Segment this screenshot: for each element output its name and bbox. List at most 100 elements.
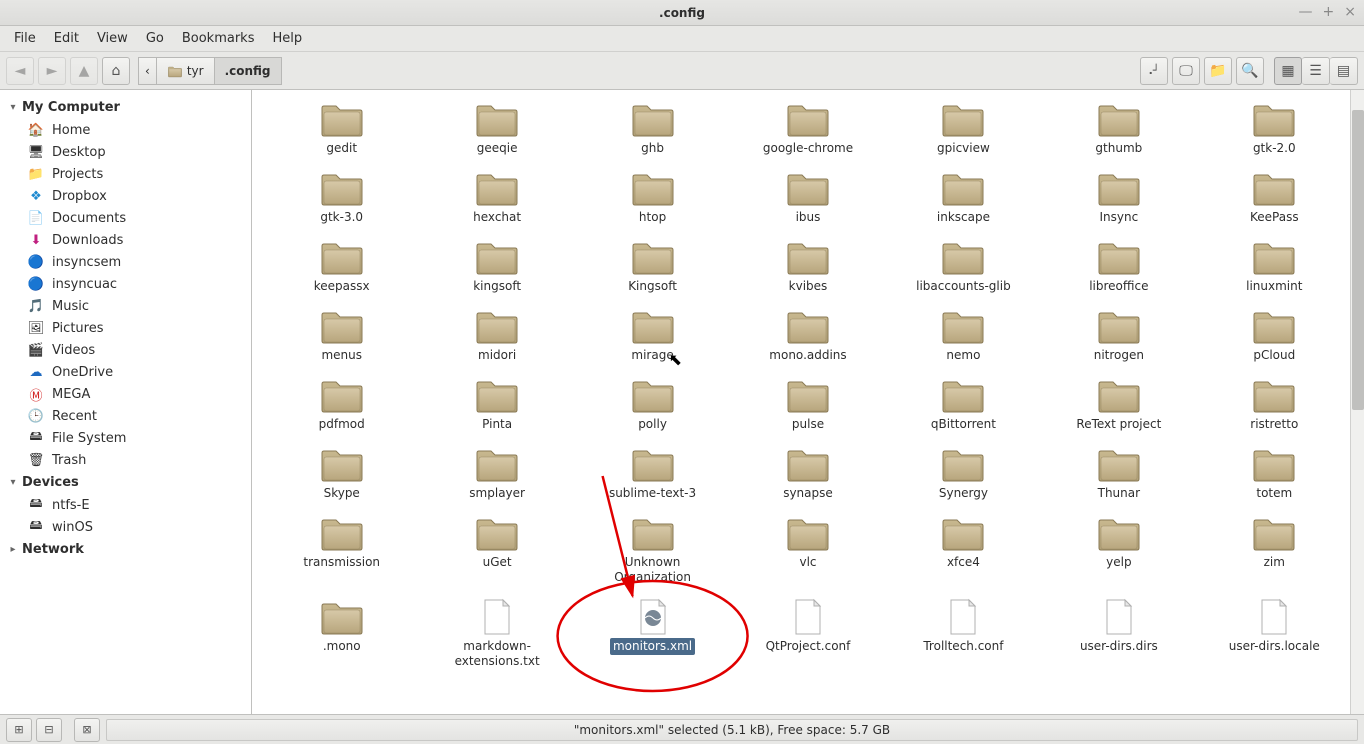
tree-sidebar-button[interactable]: ⊟ (36, 718, 62, 742)
file-item[interactable]: user-dirs.locale (1197, 592, 1352, 676)
folder-item[interactable]: google-chrome (730, 94, 885, 163)
folder-item[interactable]: Synergy (886, 439, 1041, 508)
sidebar-item-ntfs-e[interactable]: 🖴ntfs-E (0, 494, 251, 516)
folder-item[interactable]: Skype (264, 439, 419, 508)
menu-go[interactable]: Go (138, 29, 172, 48)
places-sidebar-button[interactable]: ⊞ (6, 718, 32, 742)
sidebar-item-trash[interactable]: 🗑Trash (0, 449, 251, 471)
forward-button[interactable]: ► (38, 57, 66, 85)
folder-item[interactable]: mono.addins (730, 301, 885, 370)
folder-item[interactable]: gedit (264, 94, 419, 163)
computer-button[interactable]: 🖵 (1172, 57, 1200, 85)
folder-item[interactable]: kingsoft (419, 232, 574, 301)
folder-item[interactable]: qBittorrent (886, 370, 1041, 439)
sidebar-item-insyncuac[interactable]: 🔵insyncuac (0, 273, 251, 295)
folder-item[interactable]: menus (264, 301, 419, 370)
sidebar-item-pictures[interactable]: 🖼Pictures (0, 317, 251, 339)
folder-item[interactable]: htop (575, 163, 730, 232)
folder-item[interactable]: gthumb (1041, 94, 1196, 163)
folder-item[interactable]: kvibes (730, 232, 885, 301)
sidebar-item-dropbox[interactable]: ❖Dropbox (0, 185, 251, 207)
folder-item[interactable]: ristretto (1197, 370, 1352, 439)
folder-item[interactable]: gtk-2.0 (1197, 94, 1352, 163)
sidebar-item-projects[interactable]: 📁Projects (0, 163, 251, 185)
folder-item[interactable]: pulse (730, 370, 885, 439)
folder-item[interactable]: gtk-3.0 (264, 163, 419, 232)
sidebar-item-mega[interactable]: ⓂMEGA (0, 383, 251, 405)
maximize-button[interactable]: + (1323, 4, 1335, 20)
list-view-button[interactable]: ☰ (1302, 57, 1330, 85)
folder-item[interactable]: smplayer (419, 439, 574, 508)
folder-item[interactable]: synapse (730, 439, 885, 508)
scrollbar[interactable] (1350, 90, 1364, 714)
folder-item[interactable]: linuxmint (1197, 232, 1352, 301)
home-button[interactable]: ⌂ (102, 57, 130, 85)
sidebar-item-videos[interactable]: 🎬Videos (0, 339, 251, 361)
sidebar-item-recent[interactable]: 🕒Recent (0, 405, 251, 427)
folder-item[interactable]: nemo (886, 301, 1041, 370)
folder-item[interactable]: ReText project (1041, 370, 1196, 439)
sidebar-item-home[interactable]: 🏠Home (0, 119, 251, 141)
sidebar-item-winos[interactable]: 🖴winOS (0, 516, 251, 538)
sidebar-item-insyncsem[interactable]: 🔵insyncsem (0, 251, 251, 273)
close-sidebar-button[interactable]: ⊠ (74, 718, 100, 742)
folder-item[interactable]: libreoffice (1041, 232, 1196, 301)
folder-item[interactable]: nitrogen (1041, 301, 1196, 370)
back-button[interactable]: ◄ (6, 57, 34, 85)
search-button[interactable]: 🔍 (1236, 57, 1264, 85)
folder-item[interactable]: inkscape (886, 163, 1041, 232)
folder-item[interactable]: ibus (730, 163, 885, 232)
path-segment-tyr[interactable]: tyr (157, 57, 215, 85)
file-item[interactable]: markdown-extensions.txt (419, 592, 574, 676)
sidebar-item-documents[interactable]: 📄Documents (0, 207, 251, 229)
folder-item[interactable]: KeePass (1197, 163, 1352, 232)
folder-item[interactable]: Thunar (1041, 439, 1196, 508)
folder-item[interactable]: uGet (419, 508, 574, 592)
icon-view[interactable]: geditgeeqieghbgoogle-chromegpicviewgthum… (252, 90, 1364, 714)
file-item[interactable]: QtProject.conf (730, 592, 885, 676)
up-button[interactable]: ▲ (70, 57, 98, 85)
folder-item[interactable]: ghb (575, 94, 730, 163)
file-item[interactable]: Trolltech.conf (886, 592, 1041, 676)
folder-item[interactable]: gpicview (886, 94, 1041, 163)
file-item[interactable]: user-dirs.dirs (1041, 592, 1196, 676)
file-item[interactable]: monitors.xml (575, 592, 730, 676)
sidebar-item-desktop[interactable]: 🖥Desktop (0, 141, 251, 163)
sidebar-item-onedrive[interactable]: ☁OneDrive (0, 361, 251, 383)
folder-item[interactable]: sublime-text-3 (575, 439, 730, 508)
menu-edit[interactable]: Edit (46, 29, 87, 48)
close-button[interactable]: × (1344, 4, 1356, 20)
folder-item[interactable]: Kingsoft (575, 232, 730, 301)
menu-bookmarks[interactable]: Bookmarks (174, 29, 263, 48)
folder-item[interactable]: Pinta (419, 370, 574, 439)
sidebar-item-downloads[interactable]: ⬇Downloads (0, 229, 251, 251)
folder-item[interactable]: pdfmod (264, 370, 419, 439)
folder-item[interactable]: polly (575, 370, 730, 439)
sidebar-section-my-computer[interactable]: ▾My Computer (0, 96, 251, 119)
folder-item[interactable]: Unknown Organization (575, 508, 730, 592)
sidebar-item-music[interactable]: 🎵Music (0, 295, 251, 317)
folder-item[interactable]: keepassx (264, 232, 419, 301)
path-segment-config[interactable]: .config (215, 57, 282, 85)
folder-item[interactable]: zim (1197, 508, 1352, 592)
folder-item[interactable]: pCloud (1197, 301, 1352, 370)
folder-item[interactable]: totem (1197, 439, 1352, 508)
toggle-location-button[interactable]: .┘ (1140, 57, 1168, 85)
sidebar-item-file-system[interactable]: 🖴File System (0, 427, 251, 449)
icon-view-button[interactable]: ▦ (1274, 57, 1302, 85)
folder-item[interactable]: midori (419, 301, 574, 370)
sidebar-section-devices[interactable]: ▾Devices (0, 471, 251, 494)
folder-item[interactable]: transmission (264, 508, 419, 592)
folder-item[interactable]: yelp (1041, 508, 1196, 592)
folder-item[interactable]: .mono (264, 592, 419, 676)
scrollbar-thumb[interactable] (1352, 110, 1364, 410)
menu-view[interactable]: View (89, 29, 136, 48)
folder-item[interactable]: Insync (1041, 163, 1196, 232)
sidebar-section-network[interactable]: ▸Network (0, 538, 251, 561)
folder-item[interactable]: libaccounts-glib (886, 232, 1041, 301)
menu-help[interactable]: Help (264, 29, 310, 48)
new-folder-button[interactable]: 📁 (1204, 57, 1232, 85)
minimize-button[interactable]: — (1299, 4, 1313, 20)
compact-view-button[interactable]: ▤ (1330, 57, 1358, 85)
folder-item[interactable]: xfce4 (886, 508, 1041, 592)
